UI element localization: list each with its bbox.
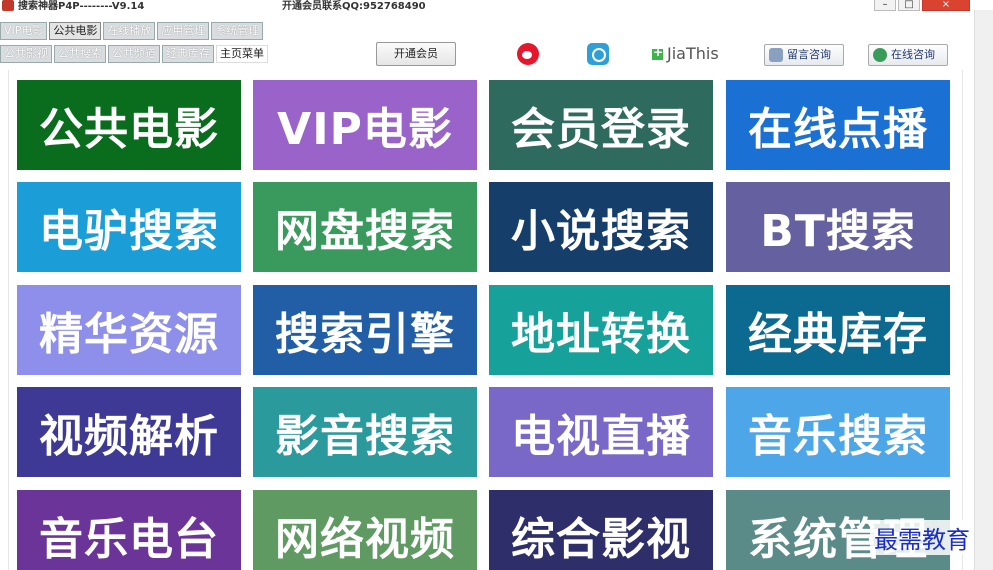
- secondary-tabs: 公共影视 公共搜索 公共频道 经典库存 主页菜单: [0, 45, 268, 63]
- tile-premium-resources[interactable]: 精华资源: [17, 285, 241, 375]
- window-title: 搜索神器P4P--------V9.14: [18, 1, 145, 12]
- tile-web-video[interactable]: 网络视频: [253, 490, 477, 570]
- qzone-icon[interactable]: [587, 43, 609, 65]
- tile-video-parse[interactable]: 视频解析: [17, 387, 241, 477]
- message-icon: [769, 48, 783, 62]
- online-consult-label: 在线咨询: [891, 48, 935, 61]
- tile-classic-stock[interactable]: 经典库存: [726, 285, 950, 375]
- maximize-button[interactable]: □: [898, 0, 920, 11]
- tile-member-login[interactable]: 会员登录: [489, 80, 713, 170]
- plus-icon: [652, 45, 663, 60]
- primary-tabs: VIP电影 公共电影 在线播放 应用管理 系统管理: [0, 22, 264, 40]
- tile-online-vod[interactable]: 在线点播: [726, 80, 950, 170]
- tab-public-video[interactable]: 公共影视: [0, 45, 52, 63]
- tile-media-search[interactable]: 影音搜索: [253, 387, 477, 477]
- tab-public-search[interactable]: 公共搜索: [54, 45, 106, 63]
- open-membership-button[interactable]: 开通会员: [376, 42, 456, 66]
- online-chat-icon: [873, 48, 887, 62]
- tile-music-search[interactable]: 音乐搜索: [726, 387, 950, 477]
- vertical-scrollbar[interactable]: [974, 10, 993, 570]
- tile-public-movie[interactable]: 公共电影: [17, 80, 241, 170]
- watermark: 最需教育: [870, 520, 974, 555]
- tab-public-movie[interactable]: 公共电影: [49, 22, 102, 40]
- tile-bt-search[interactable]: BT搜索: [726, 182, 950, 272]
- contact-info: 开通会员联系QQ:952768490: [282, 1, 426, 12]
- title-bar: 搜索神器P4P--------V9.14 开通会员联系QQ:952768490 …: [0, 0, 993, 14]
- online-consult-button[interactable]: 在线咨询: [868, 44, 948, 66]
- app-icon: [2, 0, 14, 11]
- tile-novel-search[interactable]: 小说搜索: [489, 182, 713, 272]
- tile-general-video[interactable]: 综合影视: [489, 490, 713, 570]
- tile-tv-live[interactable]: 电视直播: [489, 387, 713, 477]
- tile-music-radio[interactable]: 音乐电台: [17, 490, 241, 570]
- tile-edonkey-search[interactable]: 电驴搜索: [17, 182, 241, 272]
- jiathis-label: JiaThis: [667, 44, 719, 63]
- tab-system-manage[interactable]: 系统管理: [211, 22, 264, 40]
- close-button[interactable]: ×: [922, 0, 970, 11]
- tab-classic-stock[interactable]: 经典库存: [162, 45, 214, 63]
- tile-search-engine[interactable]: 搜索引擎: [253, 285, 477, 375]
- jiathis-share[interactable]: JiaThis: [652, 44, 719, 63]
- tab-main-menu[interactable]: 主页菜单: [216, 45, 268, 63]
- tab-app-manage[interactable]: 应用管理: [157, 22, 210, 40]
- message-consult-label: 留言咨询: [787, 48, 831, 61]
- weibo-icon[interactable]: [517, 43, 539, 65]
- tab-public-channel[interactable]: 公共频道: [108, 45, 160, 63]
- minimize-button[interactable]: –: [874, 0, 896, 11]
- tile-vip-movie[interactable]: VIP电影: [253, 80, 477, 170]
- tab-online-play[interactable]: 在线播放: [103, 22, 156, 40]
- tile-grid: 公共电影 VIP电影 会员登录 在线点播 电驴搜索 网盘搜索 小说搜索 BT搜索…: [8, 70, 963, 570]
- message-consult-button[interactable]: 留言咨询: [764, 44, 844, 66]
- tab-vip-movie[interactable]: VIP电影: [0, 22, 48, 40]
- tile-address-convert[interactable]: 地址转换: [489, 285, 713, 375]
- tile-netdisk-search[interactable]: 网盘搜索: [253, 182, 477, 272]
